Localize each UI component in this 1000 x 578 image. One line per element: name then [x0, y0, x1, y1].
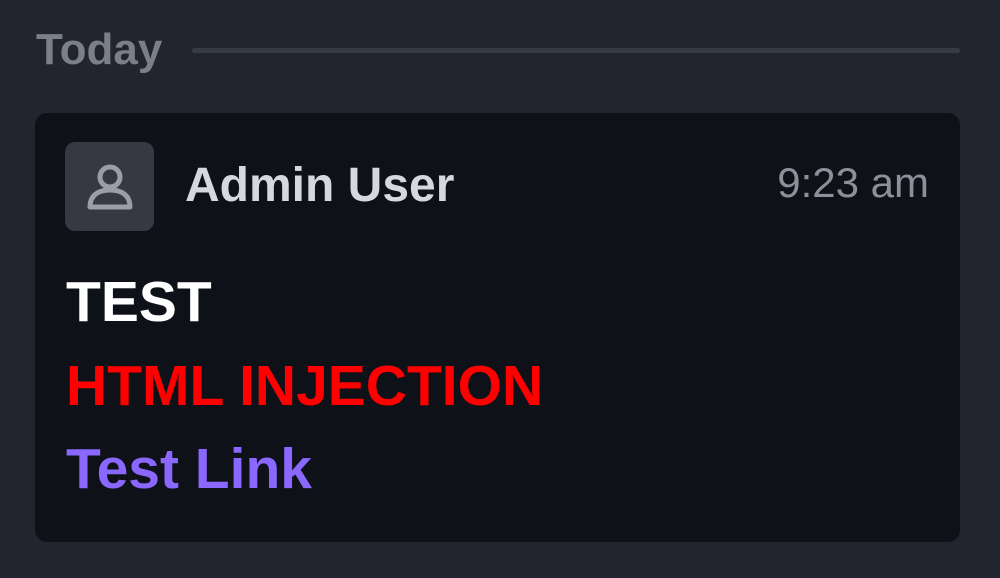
day-separator: Today: [36, 22, 960, 78]
user-icon: [87, 164, 132, 209]
chat-page: Today Admin User 9:23 am TEST HTML INJEC…: [0, 0, 1000, 578]
message-text-line-red: HTML INJECTION: [66, 354, 544, 418]
message-card[interactable]: Admin User 9:23 am TEST HTML INJECTION T…: [35, 113, 960, 542]
day-label: Today: [36, 25, 163, 74]
avatar[interactable]: [65, 142, 154, 231]
message-timestamp: 9:23 am: [777, 159, 929, 206]
author-name[interactable]: Admin User: [185, 157, 454, 215]
day-divider-line: [192, 47, 960, 53]
message-text-line: TEST: [66, 270, 212, 334]
test-link[interactable]: Test Link: [66, 435, 312, 503]
